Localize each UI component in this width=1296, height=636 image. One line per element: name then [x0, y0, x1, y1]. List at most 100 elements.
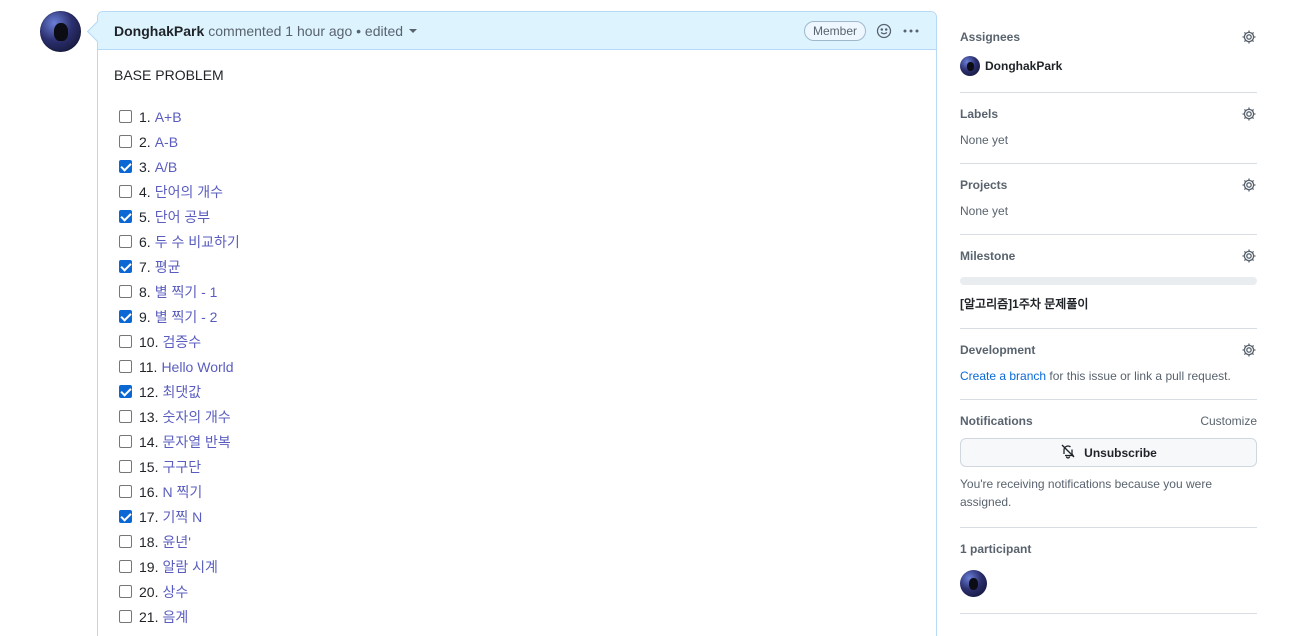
- unsubscribe-label: Unsubscribe: [1084, 445, 1157, 460]
- chevron-down-icon[interactable]: [409, 28, 418, 33]
- task-checkbox[interactable]: [119, 185, 132, 198]
- task-checkbox[interactable]: [119, 235, 132, 248]
- task-link[interactable]: 두 수 비교하기: [155, 232, 240, 252]
- task-checkbox[interactable]: [119, 210, 132, 223]
- task-checkbox[interactable]: [119, 560, 132, 573]
- task-checkbox[interactable]: [119, 460, 132, 473]
- assignee-avatar[interactable]: [960, 56, 980, 76]
- task-list-item: 8. 별 찍기 - 1: [114, 279, 920, 304]
- gear-icon[interactable]: [1241, 106, 1257, 122]
- assignees-heading[interactable]: Assignees: [960, 30, 1020, 44]
- milestone-progress-bar: [960, 277, 1257, 285]
- task-number: 10.: [139, 333, 159, 350]
- gear-icon[interactable]: [1241, 342, 1257, 358]
- gear-icon[interactable]: [1241, 248, 1257, 264]
- task-list-item: 15. 구구단: [114, 454, 920, 479]
- customize-link[interactable]: Customize: [1200, 414, 1257, 428]
- task-checkbox[interactable]: [119, 435, 132, 448]
- task-link[interactable]: 검증수: [162, 332, 201, 352]
- notifications-heading: Notifications: [960, 414, 1033, 428]
- task-link[interactable]: 별 찍기 - 2: [155, 307, 218, 327]
- development-text: for this issue or link a pull request.: [1046, 369, 1231, 383]
- task-link[interactable]: 음계: [162, 607, 188, 627]
- task-list-item: 14. 문자열 반복: [114, 429, 920, 454]
- task-list: 1. A+B 2. A-B 3. A/B 4. 단어의 개수 5. 단어 공부 6. 두 수 비교하기…: [114, 104, 920, 629]
- task-checkbox[interactable]: [119, 510, 132, 523]
- task-link[interactable]: 기찍 N: [162, 507, 202, 527]
- task-number: 18.: [139, 533, 159, 550]
- task-link[interactable]: A-B: [155, 134, 178, 150]
- task-checkbox[interactable]: [119, 410, 132, 423]
- task-link[interactable]: 윤년': [162, 532, 190, 552]
- task-number: 19.: [139, 558, 159, 575]
- task-checkbox[interactable]: [119, 385, 132, 398]
- comment-meta[interactable]: commented 1 hour ago • edited: [208, 23, 403, 39]
- task-list-item: 5. 단어 공부: [114, 204, 920, 229]
- task-link[interactable]: 구구단: [162, 457, 201, 477]
- task-list-item: 7. 평균: [114, 254, 920, 279]
- task-checkbox[interactable]: [119, 585, 132, 598]
- task-number: 1.: [139, 108, 151, 125]
- task-list-item: 19. 알람 시계: [114, 554, 920, 579]
- task-checkbox[interactable]: [119, 610, 132, 623]
- task-link[interactable]: A+B: [155, 109, 182, 125]
- task-number: 7.: [139, 258, 151, 275]
- notifications-text: You're receiving notifications because y…: [960, 477, 1212, 509]
- gear-icon[interactable]: [1241, 177, 1257, 193]
- task-checkbox[interactable]: [119, 310, 132, 323]
- task-checkbox[interactable]: [119, 335, 132, 348]
- task-checkbox[interactable]: [119, 260, 132, 273]
- milestone-title[interactable]: [알고리즘]1주차 문제풀이: [960, 295, 1257, 312]
- issue-comment: DonghakPark commented 1 hour ago • edite…: [97, 11, 937, 636]
- task-link[interactable]: 단어 공부: [155, 207, 210, 227]
- participant-avatar[interactable]: [960, 570, 987, 597]
- task-checkbox[interactable]: [119, 535, 132, 548]
- development-heading[interactable]: Development: [960, 343, 1035, 357]
- bell-slash-icon: [1060, 443, 1076, 462]
- projects-heading[interactable]: Projects: [960, 178, 1007, 192]
- smiley-icon[interactable]: [876, 23, 892, 39]
- task-list-item: 6. 두 수 비교하기: [114, 229, 920, 254]
- labels-heading[interactable]: Labels: [960, 107, 998, 121]
- task-list-item: 20. 상수: [114, 579, 920, 604]
- task-link[interactable]: Hello World: [161, 359, 233, 375]
- task-link[interactable]: 상수: [162, 582, 188, 602]
- task-checkbox[interactable]: [119, 160, 132, 173]
- projects-section: Projects None yet: [960, 164, 1257, 235]
- task-checkbox[interactable]: [119, 285, 132, 298]
- task-number: 16.: [139, 483, 159, 500]
- task-link[interactable]: 알람 시계: [162, 557, 217, 577]
- task-link[interactable]: 최댓값: [162, 382, 201, 402]
- unsubscribe-button[interactable]: Unsubscribe: [960, 438, 1257, 467]
- create-branch-link[interactable]: Create a branch: [960, 369, 1046, 383]
- task-list-item: 11. Hello World: [114, 354, 920, 379]
- assignee-name[interactable]: DonghakPark: [985, 59, 1062, 73]
- issue-sidebar: Assignees DonghakPark Labels None yet Pr…: [960, 16, 1257, 614]
- milestone-heading[interactable]: Milestone: [960, 249, 1015, 263]
- author-avatar[interactable]: [40, 11, 81, 52]
- task-list-item: 16. N 찍기: [114, 479, 920, 504]
- comment-author[interactable]: DonghakPark: [114, 23, 204, 39]
- task-link[interactable]: N 찍기: [162, 482, 202, 502]
- task-list-item: 2. A-B: [114, 129, 920, 154]
- task-list-item: 17. 기찍 N: [114, 504, 920, 529]
- task-link[interactable]: 숫자의 개수: [162, 407, 230, 427]
- task-checkbox[interactable]: [119, 110, 132, 123]
- task-link[interactable]: 단어의 개수: [155, 182, 223, 202]
- task-link[interactable]: 문자열 반복: [162, 432, 230, 452]
- milestone-section: Milestone [알고리즘]1주차 문제풀이: [960, 235, 1257, 329]
- gear-icon[interactable]: [1241, 29, 1257, 45]
- task-number: 13.: [139, 408, 159, 425]
- comment-header: DonghakPark commented 1 hour ago • edite…: [98, 12, 936, 50]
- task-checkbox[interactable]: [119, 135, 132, 148]
- kebab-menu-icon[interactable]: [902, 23, 920, 39]
- task-number: 17.: [139, 508, 159, 525]
- labels-value: None yet: [960, 133, 1009, 147]
- task-link[interactable]: A/B: [155, 159, 178, 175]
- task-number: 12.: [139, 383, 159, 400]
- task-checkbox[interactable]: [119, 360, 132, 373]
- task-link[interactable]: 별 찍기 - 1: [155, 282, 218, 302]
- task-number: 5.: [139, 208, 151, 225]
- task-checkbox[interactable]: [119, 485, 132, 498]
- task-link[interactable]: 평균: [155, 257, 181, 277]
